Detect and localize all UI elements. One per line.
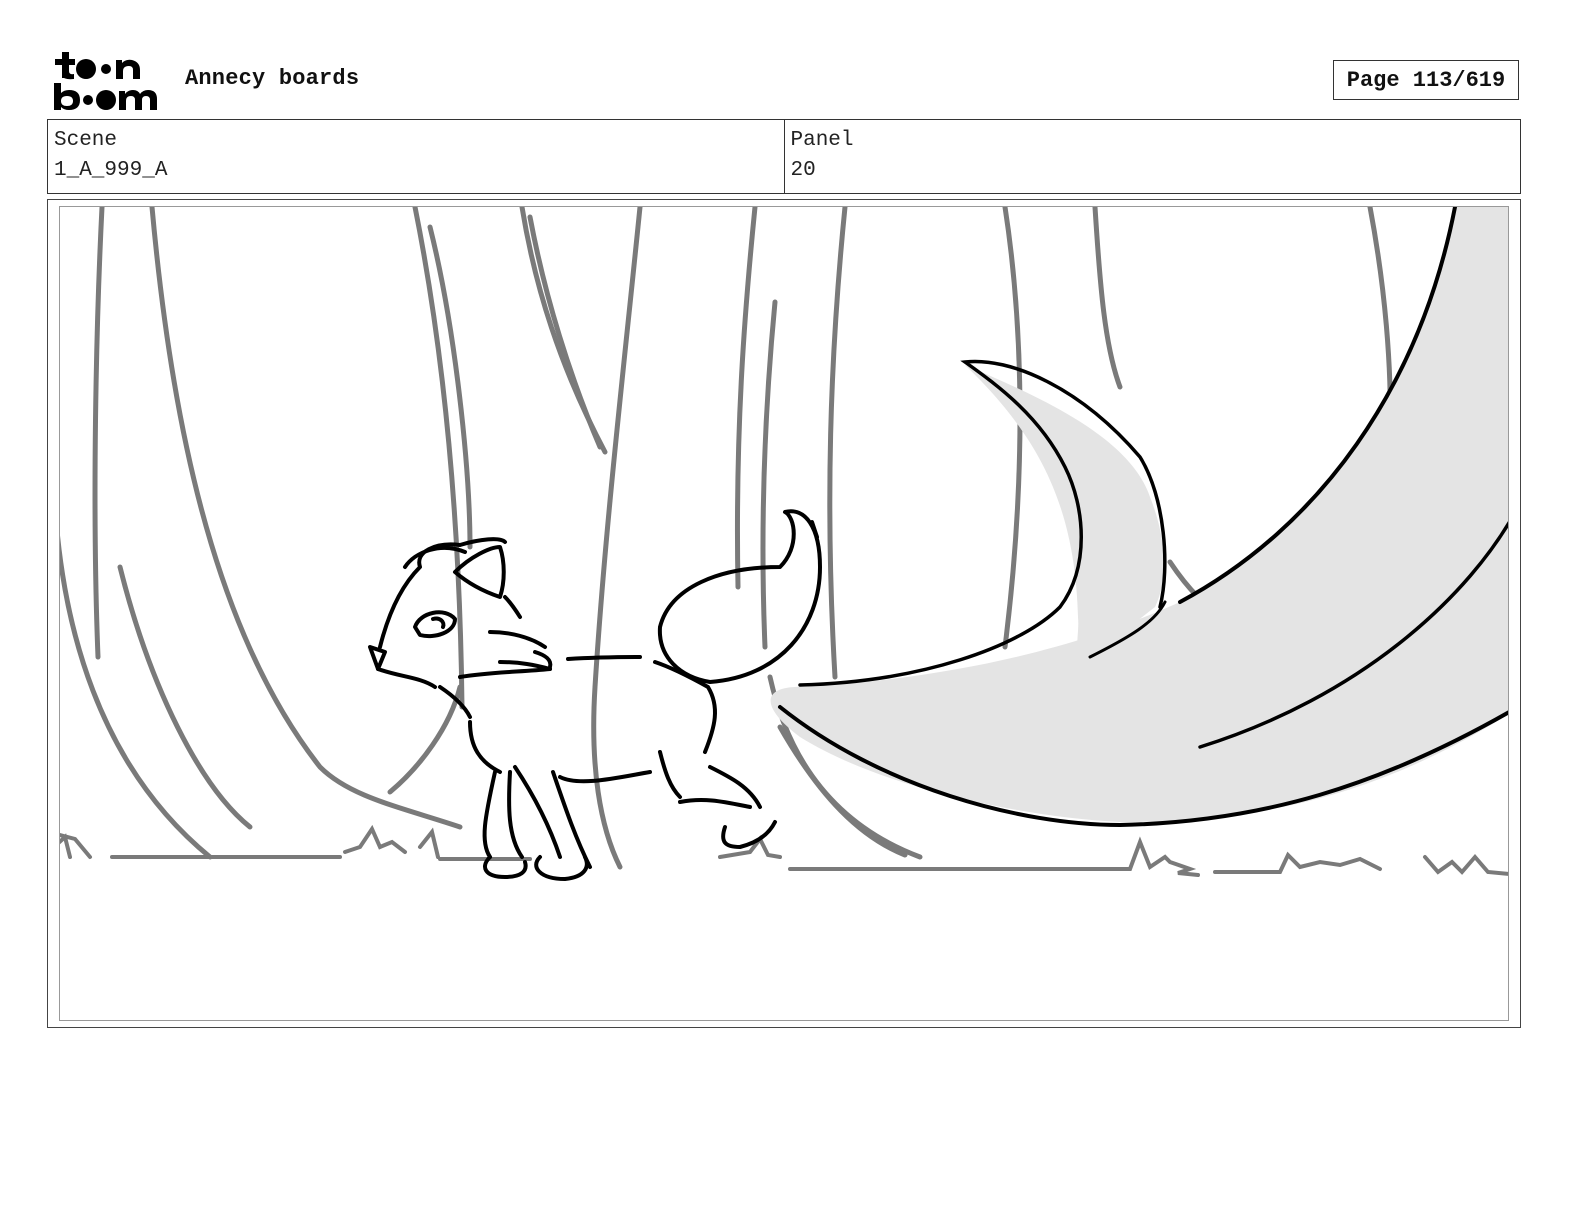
page-indicator: Page 113/619	[1333, 60, 1519, 100]
project-title: Annecy boards	[185, 66, 360, 91]
panel-value: 20	[790, 159, 816, 182]
panel-cell: Panel 20	[783, 120, 1521, 193]
toon-boom-logo	[52, 50, 162, 112]
panel-label: Panel	[790, 129, 854, 152]
ground-lines	[60, 824, 1508, 877]
panel-sketch-drawing	[60, 207, 1508, 881]
scene-value: 1_A_999_A	[54, 159, 168, 182]
toon-boom-logo-mark	[54, 52, 157, 110]
storyboard-panel-image	[59, 206, 1509, 1021]
scene-label: Scene	[54, 129, 118, 152]
scene-cell: Scene 1_A_999_A	[48, 120, 784, 193]
large-tail-foreground	[770, 207, 1508, 828]
scene-panel-info-table: Scene 1_A_999_A Panel 20	[47, 119, 1521, 194]
